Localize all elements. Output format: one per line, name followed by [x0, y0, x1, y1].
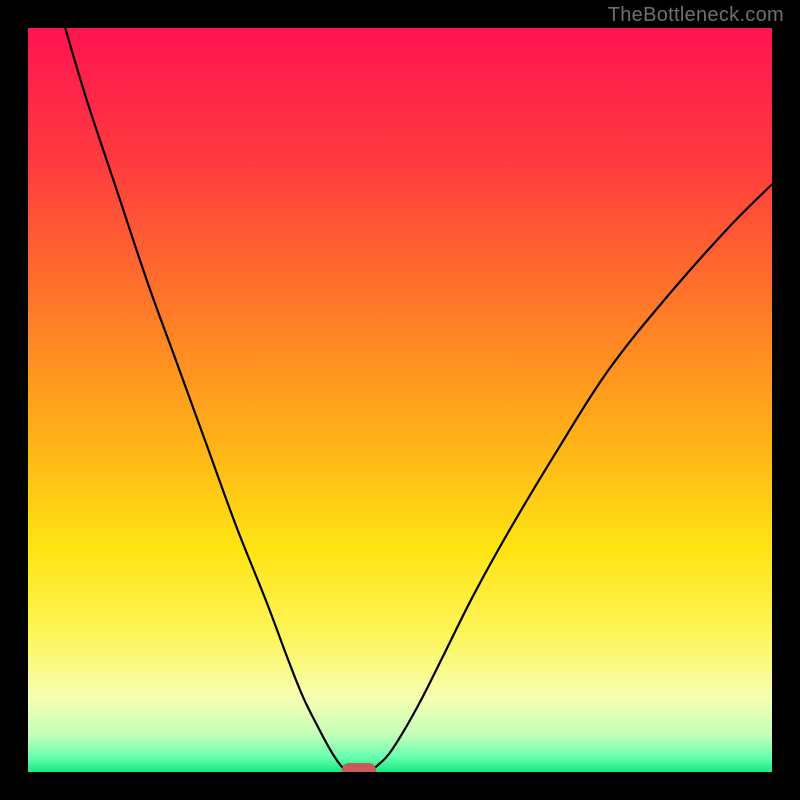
bottleneck-marker	[342, 763, 376, 772]
plot-area	[28, 28, 772, 772]
curve-left	[65, 28, 348, 771]
curve-layer	[28, 28, 772, 772]
curve-right	[370, 184, 772, 771]
watermark-text: TheBottleneck.com	[608, 4, 784, 27]
outer-frame: TheBottleneck.com	[0, 0, 800, 800]
